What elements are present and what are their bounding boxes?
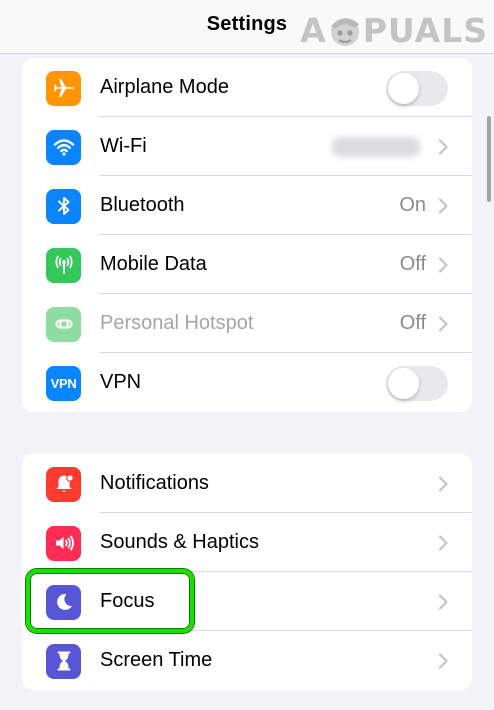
vpn-icon-text: VPN [50, 375, 77, 391]
row-value: Off [399, 253, 426, 275]
vpn-toggle[interactable] [386, 365, 448, 401]
page-title: Settings [206, 13, 288, 35]
row-value: Off [399, 312, 426, 334]
wifi-icon [46, 129, 81, 165]
hotspot-link-icon [46, 306, 81, 342]
row-airplane-mode[interactable]: Airplane Mode [22, 58, 472, 117]
row-mobile-data[interactable]: Mobile Data Off [22, 235, 472, 294]
row-wifi[interactable]: Wi-Fi [22, 117, 472, 176]
row-label: Bluetooth [100, 194, 185, 216]
row-label: VPN [100, 371, 142, 393]
chevron-right-icon [438, 315, 448, 332]
airplane-icon [46, 70, 81, 106]
toggle-knob [388, 367, 419, 399]
vpn-icon: VPN [46, 365, 81, 401]
row-personal-hotspot[interactable]: Personal Hotspot Off [22, 294, 472, 353]
chevron-right-icon [438, 138, 448, 155]
chevron-right-icon [438, 197, 448, 214]
chevron-right-icon [438, 593, 448, 610]
bluetooth-icon [46, 188, 81, 224]
row-label: Wi-Fi [100, 135, 147, 157]
airplane-mode-toggle[interactable] [386, 70, 448, 106]
scrollbar[interactable] [487, 116, 491, 202]
settings-group-connectivity: Airplane Mode Wi-Fi Bluetooth On Mobile … [22, 58, 472, 412]
chevron-right-icon [438, 256, 448, 273]
row-screen-time[interactable]: Screen Time [22, 631, 472, 690]
row-value: On [399, 194, 426, 216]
row-label: Airplane Mode [100, 76, 229, 98]
watermark-text-end: PUALS [362, 10, 488, 50]
row-label: Personal Hotspot [100, 312, 254, 334]
row-bluetooth[interactable]: Bluetooth On [22, 176, 472, 235]
chevron-right-icon [438, 652, 448, 669]
watermark-mascot-icon [330, 18, 359, 46]
focus-highlight-box [26, 569, 194, 633]
chevron-right-icon [438, 534, 448, 551]
row-vpn[interactable]: VPN VPN [22, 353, 472, 412]
row-sounds-haptics[interactable]: Sounds & Haptics [22, 513, 472, 572]
row-label: Sounds & Haptics [100, 531, 259, 553]
antenna-icon [46, 247, 81, 283]
wifi-network-name-redacted [332, 136, 420, 157]
speaker-icon [46, 525, 81, 561]
row-label: Notifications [100, 472, 209, 494]
watermark-text-start: A [300, 10, 327, 50]
row-notifications[interactable]: Notifications [22, 454, 472, 513]
watermark-logo: A PUALS [300, 10, 488, 50]
bell-icon [46, 466, 81, 502]
toggle-knob [388, 72, 419, 104]
chevron-right-icon [438, 475, 448, 492]
row-label: Screen Time [100, 649, 213, 671]
hourglass-icon [46, 643, 81, 679]
row-label: Mobile Data [100, 253, 207, 275]
